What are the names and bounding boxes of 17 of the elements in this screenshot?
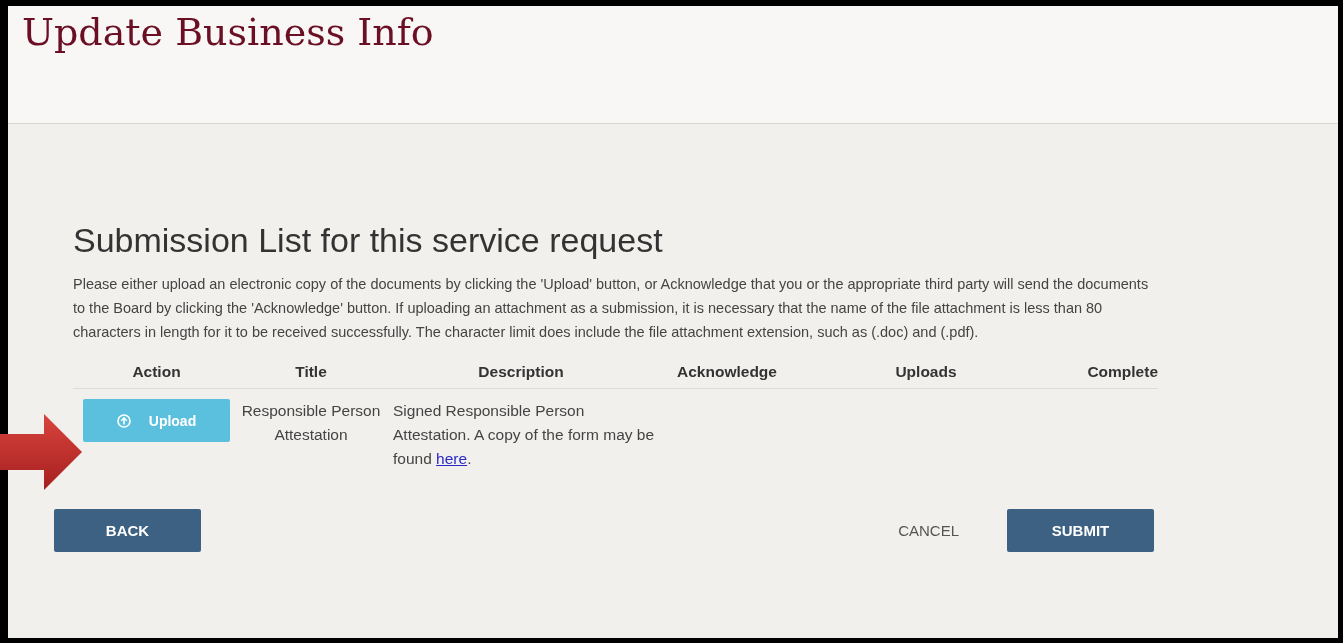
instructions-paragraph: Please either upload an electronic copy of the documents by clicking the 'Upload' button, or Acknowledge that you or the appropriate third party will send the documents to the Board by clicking the 'Acknowledge' button. If uploading an attachment as a submission, it is necessary that the name of the file attachment is less than 80 characters in length for it to be received successfully. The character limit does include the file attachment extension, such as (.doc) and (.pdf).	[73, 275, 1150, 342]
submit-button[interactable]: SUBMIT	[1007, 509, 1154, 552]
column-header: Title	[240, 356, 382, 389]
form-link[interactable]: here	[436, 450, 468, 467]
column-header: Action	[73, 356, 240, 389]
cancel-button[interactable]: CANCEL	[892, 521, 965, 540]
column-header: Acknowledge	[660, 356, 794, 389]
column-header: Description	[382, 356, 660, 389]
page-title: Update Business Info	[22, 9, 435, 56]
column-header: Uploads	[794, 356, 1058, 389]
table-cell-text: Responsible Person Attestation	[240, 401, 382, 445]
upload-icon	[116, 413, 131, 428]
section-heading: Submission List for this service request	[73, 220, 664, 261]
column-header: Complete	[1058, 356, 1158, 389]
arrow-icon	[0, 412, 84, 492]
back-button[interactable]: BACK	[54, 509, 201, 552]
table-cell-text: Signed Responsible Person Attestation. A copy of the form may be found here.	[392, 401, 656, 469]
